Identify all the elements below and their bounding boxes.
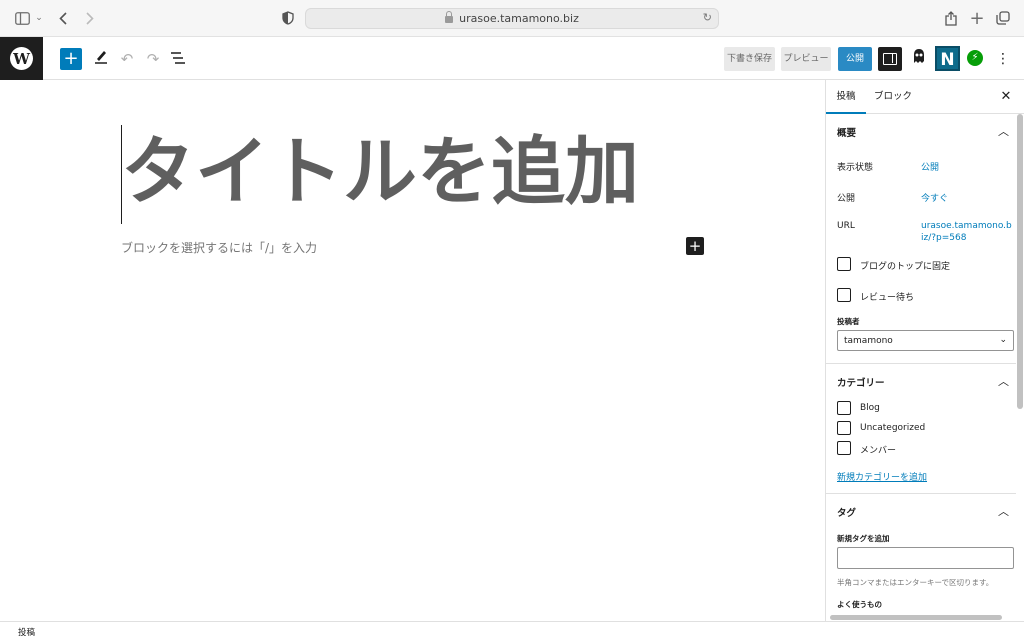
tab-post[interactable]: 投稿	[826, 80, 866, 114]
breadcrumb[interactable]: 投稿	[18, 626, 35, 638]
editor-footer: 投稿	[0, 621, 1024, 640]
block-placeholder[interactable]: ブロックを選択するには「/」を入力	[121, 239, 317, 256]
share-icon[interactable]	[943, 9, 959, 27]
most-used-tags-label[interactable]: よく使うもの	[837, 599, 882, 610]
undo-icon[interactable]: ↶	[116, 48, 138, 70]
category-checkbox[interactable]	[837, 441, 851, 455]
url-label: URL	[837, 221, 855, 231]
tags-panel-header[interactable]: タグ ︿	[826, 494, 1016, 528]
visibility-label: 表示状態	[837, 163, 874, 173]
plugin-n-button[interactable]: N	[935, 46, 960, 71]
settings-sidebar-toggle-button[interactable]	[878, 47, 902, 71]
author-select[interactable]: tamamono ⌄	[837, 330, 1014, 351]
vertical-scrollbar[interactable]	[1017, 114, 1023, 409]
chevron-up-icon: ︿	[998, 505, 1009, 518]
categories-heading: カテゴリー	[837, 378, 885, 389]
close-icon[interactable]: ✕	[999, 89, 1013, 105]
tab-block[interactable]: ブロック	[870, 80, 916, 114]
category-checkbox[interactable]	[837, 421, 851, 435]
category-checkbox[interactable]	[837, 401, 851, 415]
forward-icon[interactable]	[83, 9, 97, 27]
sidebar-tabs: 投稿 ブロック ✕	[826, 80, 1024, 114]
chevron-down-icon[interactable]: ⌄	[34, 9, 44, 27]
summary-heading: 概要	[837, 128, 857, 139]
inline-block-inserter-button[interactable]: +	[686, 237, 704, 255]
chevron-up-icon: ︿	[998, 375, 1009, 388]
new-tag-label: 新規タグを追加	[837, 534, 890, 543]
add-category-link[interactable]: 新規カテゴリーを追加	[837, 470, 927, 483]
visibility-value-link[interactable]: 公開	[921, 160, 939, 173]
categories-panel-header[interactable]: カテゴリー ︿	[826, 364, 1016, 398]
wordpress-editor-window: ⌄ urasoe.tamamono.biz ↻ + W + ↶ ↷ 下書き保存 …	[0, 0, 1024, 640]
plugin-mascot-icon[interactable]	[909, 48, 929, 70]
horizontal-scrollbar[interactable]	[830, 615, 1002, 620]
sticky-label: ブログのトップに固定	[860, 262, 951, 272]
post-url-link[interactable]: urasoe.tamamono.biz/?p=568	[921, 220, 1013, 244]
lock-icon	[445, 11, 454, 23]
tag-help-text: 半角コンマまたはエンターキーで区切ります。	[837, 578, 994, 587]
editor-canvas: タイトルを追加 ブロックを選択するには「/」を入力 +	[0, 80, 825, 621]
jetpack-icon[interactable]: ⚡	[967, 50, 983, 66]
save-draft-button[interactable]: 下書き保存	[724, 47, 775, 71]
publish-date-link[interactable]: 今すぐ	[921, 191, 948, 204]
reload-icon[interactable]: ↻	[703, 11, 712, 24]
category-label: Uncategorized	[860, 423, 926, 433]
pending-review-label: レビュー待ち	[860, 293, 915, 303]
back-icon[interactable]	[56, 9, 70, 27]
category-label: Blog	[860, 403, 880, 413]
sidebar-panel-icon	[883, 53, 897, 65]
tags-heading: タグ	[837, 508, 857, 519]
editor-header-toolbar: W + ↶ ↷ 下書き保存 プレビュー 公開 N ⚡ ⋮	[0, 37, 1024, 80]
category-label: メンバー	[860, 446, 897, 456]
pending-review-checkbox[interactable]	[837, 288, 851, 302]
wordpress-logo-icon: W	[10, 47, 33, 70]
document-overview-icon[interactable]	[167, 48, 189, 70]
chevron-down-icon: ⌄	[999, 335, 1007, 345]
privacy-shield-icon[interactable]	[281, 9, 295, 27]
new-tab-icon[interactable]: +	[969, 8, 985, 29]
preview-button[interactable]: プレビュー	[781, 47, 831, 71]
publish-date-label: 公開	[837, 194, 856, 204]
sidebar-toggle-icon[interactable]	[14, 9, 30, 27]
wordpress-logo-button[interactable]: W	[0, 37, 43, 80]
summary-panel-header[interactable]: 概要 ︿	[826, 114, 1016, 148]
edit-tools-icon[interactable]	[90, 48, 112, 70]
sticky-checkbox[interactable]	[837, 257, 851, 271]
address-bar[interactable]: urasoe.tamamono.biz ↻	[305, 8, 719, 29]
post-title-field[interactable]: タイトルを追加	[121, 132, 639, 212]
author-label: 投稿者	[837, 317, 860, 326]
tab-overview-icon[interactable]	[995, 9, 1011, 27]
publish-button[interactable]: 公開	[838, 47, 872, 71]
browser-toolbar: ⌄ urasoe.tamamono.biz ↻ +	[0, 0, 1024, 37]
chevron-up-icon: ︿	[998, 125, 1009, 138]
url-text: urasoe.tamamono.biz	[459, 12, 579, 25]
author-select-value: tamamono	[844, 336, 893, 346]
settings-sidebar: 投稿 ブロック ✕ 概要 ︿ 表示状態 公開 公開 今すぐ URL urasoe…	[825, 80, 1024, 621]
redo-icon[interactable]: ↷	[142, 48, 164, 70]
new-tag-input[interactable]	[837, 547, 1014, 569]
more-options-icon[interactable]: ⋮	[996, 48, 1010, 70]
block-inserter-toggle-button[interactable]: +	[60, 48, 82, 70]
